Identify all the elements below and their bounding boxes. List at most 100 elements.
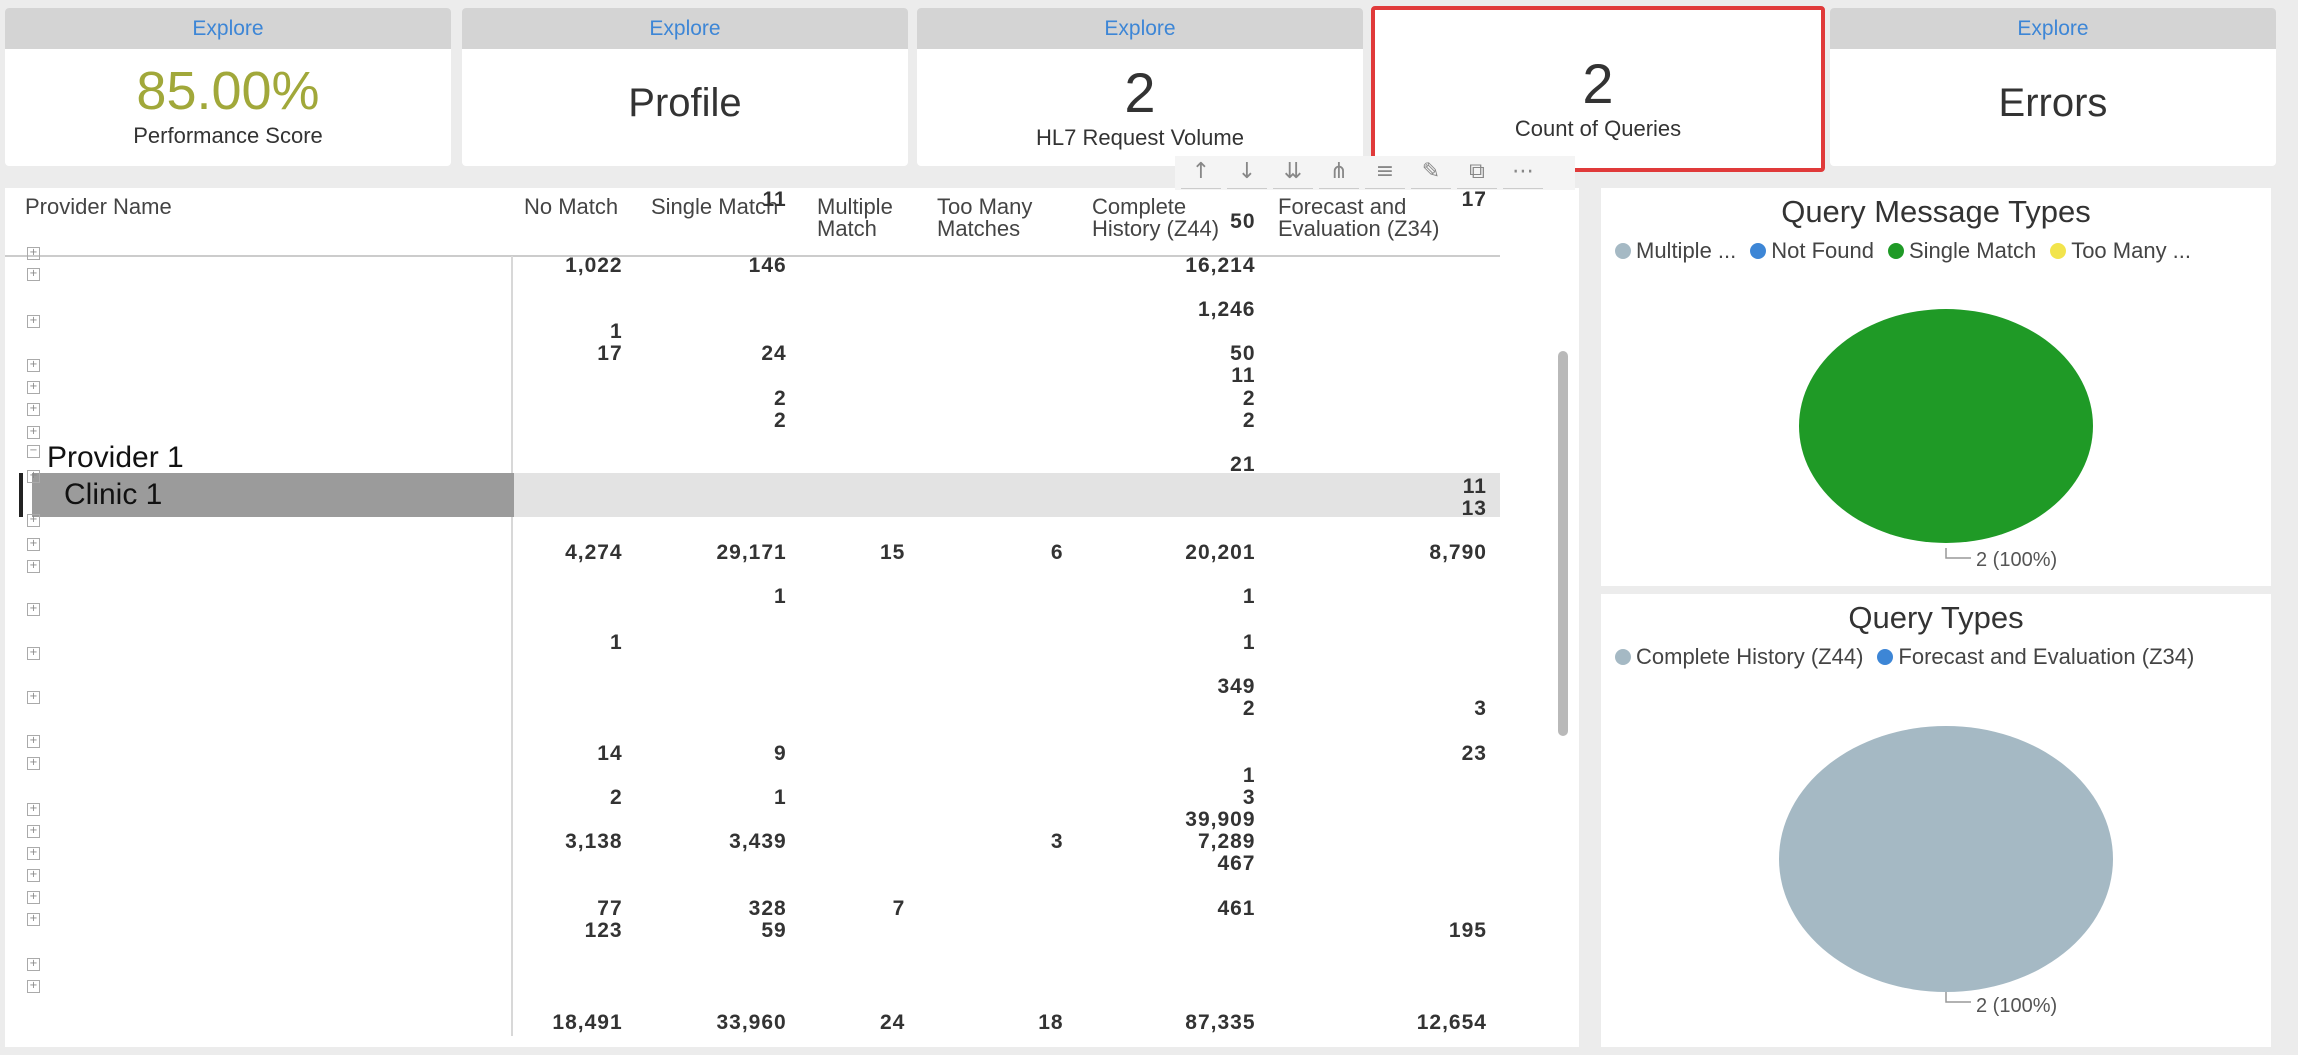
- errors-card[interactable]: Explore Errors: [1830, 8, 2276, 166]
- double-arrow-down-icon[interactable]: ⇊: [1273, 156, 1313, 189]
- expand-icon[interactable]: +: [27, 537, 40, 551]
- filter-icon[interactable]: ≡: [1365, 156, 1405, 189]
- arrow-up-icon[interactable]: ↑: [1181, 156, 1221, 189]
- hl7-request-volume-card[interactable]: Explore 2 HL7 Request Volume: [917, 8, 1363, 166]
- table-cell: 1: [1242, 585, 1256, 609]
- table-cell: 3: [1474, 696, 1487, 720]
- expand-icon[interactable]: +: [27, 735, 40, 749]
- table-cell: 1: [1242, 763, 1256, 787]
- expand-icon[interactable]: +: [27, 802, 40, 816]
- expand-icon[interactable]: +: [27, 470, 40, 484]
- expand-icon[interactable]: +: [27, 402, 40, 416]
- table-cell: 50: [1230, 342, 1256, 365]
- expand-icon[interactable]: +: [27, 647, 40, 661]
- slice-data-label: 2 (100%): [1976, 995, 2057, 1017]
- explore-link[interactable]: Explore: [917, 8, 1363, 49]
- total-cell: 18: [1038, 1010, 1064, 1034]
- column-header-too-many-matches[interactable]: Too Many Matches: [937, 196, 1032, 240]
- explore-link[interactable]: Explore: [5, 8, 451, 49]
- table-cell: 50: [1230, 210, 1256, 234]
- table-cell: 1,246: [1197, 298, 1256, 322]
- expand-icon[interactable]: +: [27, 603, 40, 617]
- focus-mode-icon[interactable]: ✎: [1411, 156, 1451, 189]
- table-cell: 2: [774, 387, 787, 411]
- arrow-down-icon[interactable]: ↓: [1227, 156, 1267, 189]
- expand-icon[interactable]: +: [27, 912, 40, 926]
- profile-title: Profile: [628, 81, 742, 125]
- table-cell: 3: [1050, 829, 1064, 853]
- column-header-no-match[interactable]: No Match: [524, 196, 618, 218]
- legend-item[interactable]: Too Many ...: [2050, 238, 2191, 264]
- expand-icon[interactable]: +: [27, 691, 40, 705]
- legend-swatch: [1877, 649, 1894, 665]
- explore-link[interactable]: Explore: [1830, 8, 2276, 49]
- explore-link[interactable]: Explore: [462, 8, 908, 49]
- table-cell: 23: [1461, 741, 1487, 765]
- expand-icon[interactable]: +: [27, 868, 40, 882]
- performance-score-value: 85.00%: [136, 61, 320, 121]
- table-cell: 461: [1217, 897, 1256, 921]
- expand-icon[interactable]: +: [27, 380, 40, 394]
- export-icon[interactable]: ⧉: [1457, 156, 1497, 189]
- legend-swatch: [1750, 243, 1767, 259]
- table-cell: 15: [880, 541, 906, 565]
- count-of-queries-card[interactable]: 2 Count of Queries: [1371, 6, 1825, 172]
- table-cell: 123: [584, 919, 623, 943]
- table-cell: 11: [1231, 363, 1256, 387]
- legend-item[interactable]: Multiple ...: [1615, 238, 1736, 264]
- more-options-icon[interactable]: ⋯: [1503, 156, 1543, 189]
- table-cell: 2: [1242, 696, 1256, 720]
- column-header-multiple-match[interactable]: Multiple Match: [817, 196, 893, 240]
- table-cell: 6: [1050, 541, 1064, 565]
- expand-icon[interactable]: +: [27, 979, 40, 993]
- expand-icon[interactable]: +: [27, 957, 40, 971]
- expand-icon[interactable]: +: [27, 757, 40, 771]
- table-cell: 39,909: [1185, 807, 1256, 831]
- performance-score-card[interactable]: Explore 85.00% Performance Score: [5, 8, 451, 166]
- table-cell: 21: [1230, 453, 1256, 477]
- table-cell: 1: [609, 320, 623, 344]
- expand-icon[interactable]: +: [27, 846, 40, 860]
- clinic-row-label[interactable]: Clinic 1: [64, 478, 162, 512]
- expand-icon[interactable]: +: [27, 514, 40, 528]
- legend-swatch: [1888, 243, 1904, 259]
- total-cell: 12,654: [1416, 1010, 1487, 1034]
- pie-slice-complete-history[interactable]: [1779, 726, 2113, 992]
- table-cell: 24: [761, 342, 787, 365]
- legend-label: Forecast and Evaluation (Z34): [1898, 644, 2195, 669]
- table-cell: 59: [761, 919, 787, 943]
- table-cell: 3,439: [729, 829, 787, 853]
- table-cell: 4,274: [565, 541, 623, 565]
- provider-row-label[interactable]: Provider 1: [47, 443, 184, 473]
- legend-item[interactable]: Complete History (Z44): [1615, 644, 1863, 670]
- query-message-types-chart: Query Message Types Multiple ... Not Fou…: [1601, 188, 2271, 586]
- table-cell: 13: [1461, 497, 1487, 521]
- table-cell: 20,201: [1185, 541, 1256, 565]
- expand-icon[interactable]: +: [27, 247, 40, 261]
- profile-card[interactable]: Explore Profile: [462, 8, 908, 166]
- table-cell: 11: [1462, 475, 1487, 499]
- expand-icon[interactable]: +: [27, 824, 40, 838]
- legend-item[interactable]: Single Match: [1888, 238, 2036, 264]
- expand-icon[interactable]: +: [27, 890, 40, 904]
- table-cell: 2: [1242, 409, 1256, 433]
- legend-item[interactable]: Forecast and Evaluation (Z34): [1877, 644, 2194, 670]
- table-cell: 8,790: [1429, 541, 1487, 565]
- expand-icon[interactable]: +: [27, 358, 40, 372]
- pie-slice-single-match[interactable]: [1799, 309, 2093, 543]
- legend-label: Not Found: [1771, 238, 1874, 263]
- pie-chart: 2 (100%): [1779, 726, 2113, 1017]
- legend-item[interactable]: Not Found: [1750, 238, 1874, 264]
- expand-icon[interactable]: +: [27, 426, 40, 440]
- table-scrollbar[interactable]: [1558, 351, 1568, 736]
- collapse-icon[interactable]: −: [27, 444, 40, 458]
- table-cell: 16,214: [1185, 254, 1256, 278]
- table-cell: 3: [1242, 785, 1256, 809]
- expand-icon[interactable]: +: [27, 559, 40, 573]
- table-cell: 14: [597, 741, 623, 765]
- expand-icon[interactable]: +: [27, 267, 40, 281]
- expand-icon[interactable]: +: [27, 314, 40, 328]
- count-of-queries-label: Count of Queries: [1514, 116, 1682, 141]
- column-header-provider-name[interactable]: Provider Name: [25, 196, 172, 218]
- hierarchy-icon[interactable]: ⋔: [1319, 156, 1359, 189]
